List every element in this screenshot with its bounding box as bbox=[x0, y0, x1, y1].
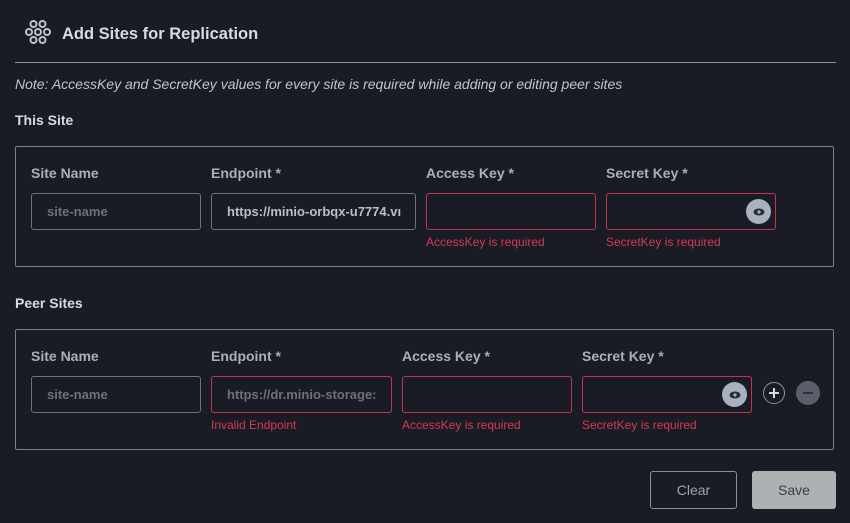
peer-site-name-placeholder: site-name bbox=[47, 387, 108, 402]
secret-key-label: Secret Key * bbox=[606, 165, 688, 181]
peer-sites-heading: Peer Sites bbox=[15, 295, 83, 311]
access-key-error: AccessKey is required bbox=[426, 235, 545, 249]
peer-endpoint-error: Invalid Endpoint bbox=[211, 418, 297, 432]
access-key-label: Access Key * bbox=[426, 165, 514, 181]
add-sites-replication-page: Add Sites for Replication Note: AccessKe… bbox=[0, 0, 850, 523]
this-site-access-key-input[interactable] bbox=[426, 193, 596, 230]
plus-icon bbox=[769, 388, 779, 398]
clear-button[interactable]: Clear bbox=[650, 471, 737, 509]
remove-peer-site-button[interactable] bbox=[796, 381, 820, 405]
peer-toggle-secret-visibility-button[interactable] bbox=[722, 382, 747, 407]
add-peer-site-button[interactable] bbox=[763, 382, 785, 404]
save-button[interactable]: Save bbox=[752, 471, 836, 509]
peer-endpoint-input[interactable]: https://dr.minio-storage: bbox=[211, 376, 392, 413]
endpoint-label: Endpoint * bbox=[211, 165, 281, 181]
cluster-icon bbox=[25, 20, 51, 44]
this-site-panel: Site Name Endpoint * Access Key * Secret… bbox=[15, 146, 834, 267]
peer-access-key-label: Access Key * bbox=[402, 348, 490, 364]
peer-endpoint-placeholder: https://dr.minio-storage: bbox=[227, 387, 377, 402]
toggle-secret-visibility-button[interactable] bbox=[746, 199, 771, 224]
peer-access-key-error: AccessKey is required bbox=[402, 418, 521, 432]
peer-access-key-input[interactable] bbox=[402, 376, 572, 413]
endpoint-value: https://minio-orbqx-u7774.vı bbox=[227, 204, 402, 219]
peer-secret-key-label: Secret Key * bbox=[582, 348, 664, 364]
eye-icon bbox=[753, 208, 764, 215]
peer-secret-key-error: SecretKey is required bbox=[582, 418, 697, 432]
secret-key-error: SecretKey is required bbox=[606, 235, 721, 249]
eye-icon bbox=[729, 391, 740, 398]
peer-site-name-input[interactable]: site-name bbox=[31, 376, 201, 413]
requirement-note: Note: AccessKey and SecretKey values for… bbox=[15, 76, 623, 92]
site-name-label: Site Name bbox=[31, 165, 99, 181]
peer-sites-panel: Site Name Endpoint * Access Key * Secret… bbox=[15, 329, 834, 450]
page-title: Add Sites for Replication bbox=[62, 24, 259, 43]
site-name-placeholder: site-name bbox=[47, 204, 108, 219]
peer-site-name-label: Site Name bbox=[31, 348, 99, 364]
this-site-endpoint-input[interactable]: https://minio-orbqx-u7774.vı bbox=[211, 193, 416, 230]
minus-icon bbox=[803, 392, 813, 394]
this-site-name-input[interactable]: site-name bbox=[31, 193, 201, 230]
this-site-heading: This Site bbox=[15, 112, 74, 128]
page-header: Add Sites for Replication bbox=[24, 18, 258, 50]
header-divider bbox=[15, 62, 836, 63]
peer-endpoint-label: Endpoint * bbox=[211, 348, 281, 364]
